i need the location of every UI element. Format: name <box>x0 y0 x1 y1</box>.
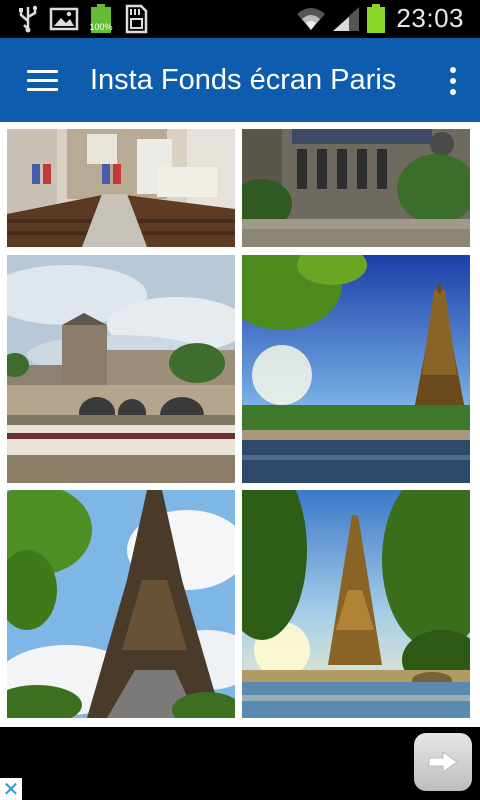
overflow-menu-icon[interactable] <box>438 58 468 104</box>
clock: 23:03 <box>396 3 464 33</box>
battery-full-icon: 100% <box>86 4 116 34</box>
wallpaper-gallery <box>0 122 480 728</box>
page-title: Insta Fonds écran Paris <box>90 64 397 96</box>
thumbnail-eiffel-tower-closeup[interactable] <box>7 490 235 718</box>
app-bar: Insta Fonds écran Paris <box>0 38 480 122</box>
wifi-icon <box>295 4 327 34</box>
thumbnail-gothic-cathedral[interactable] <box>242 129 470 247</box>
sd-card-icon <box>122 4 150 34</box>
thumbnail-church-interior[interactable] <box>7 129 235 247</box>
close-icon[interactable]: ✕ <box>0 778 22 800</box>
status-bar: 100% 23:03 <box>0 0 480 38</box>
thumbnail-louvre-seine-bridge[interactable] <box>7 255 235 483</box>
arrow-right-icon[interactable] <box>414 733 472 791</box>
thumbnail-eiffel-tower-sunset[interactable] <box>242 490 470 718</box>
battery-icon <box>364 4 388 34</box>
thumbnail-eiffel-tower-seine[interactable] <box>242 255 470 483</box>
signal-icon <box>330 4 362 34</box>
image-icon <box>48 4 80 34</box>
hamburger-menu-icon[interactable] <box>14 56 70 104</box>
battery-percent-label: 100% <box>89 22 113 32</box>
ad-banner[interactable]: ✕ <box>0 727 480 800</box>
usb-icon <box>14 4 42 34</box>
